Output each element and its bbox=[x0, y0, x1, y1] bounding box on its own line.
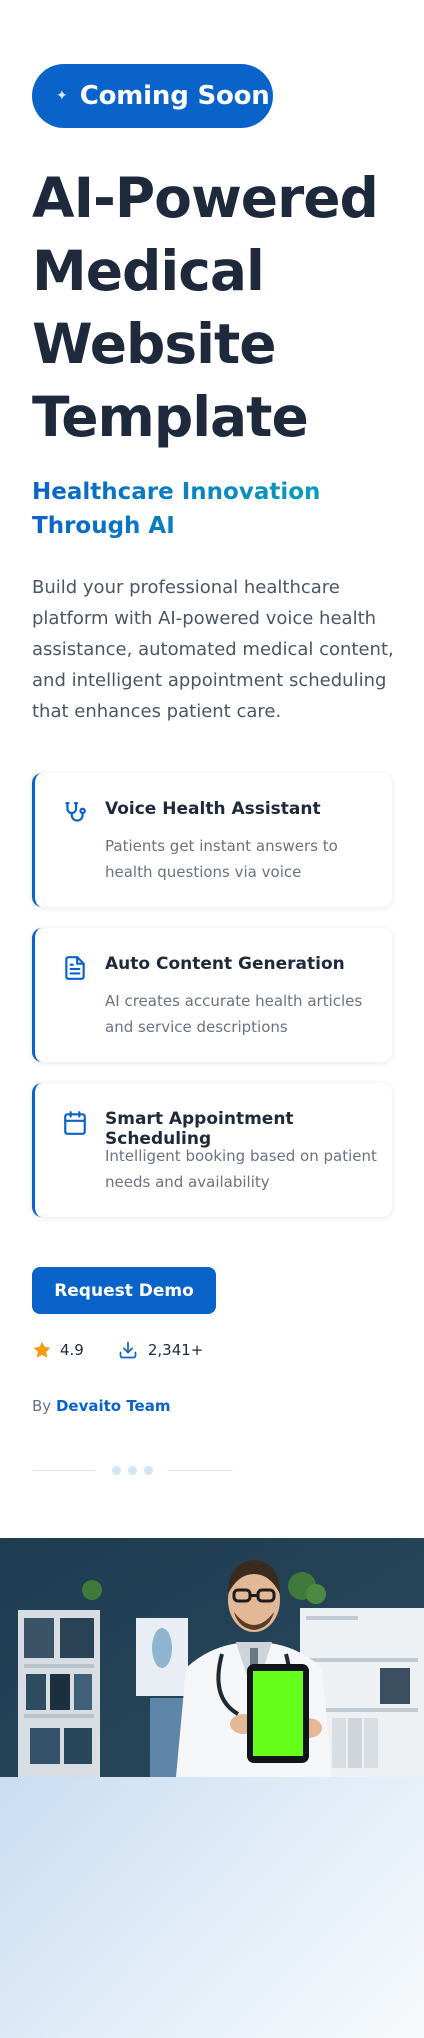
download-icon bbox=[118, 1340, 138, 1360]
title-line: Medical bbox=[32, 239, 265, 303]
title-line: AI-Powered bbox=[32, 166, 379, 230]
request-demo-button[interactable]: Request Demo bbox=[32, 1267, 216, 1314]
star-icon bbox=[32, 1340, 52, 1360]
bottom-gradient-panel bbox=[0, 1777, 424, 2038]
byline-prefix: By bbox=[32, 1397, 52, 1415]
feature-card-content-generation: Auto Content Generation AI creates accur… bbox=[32, 928, 392, 1062]
title-line: Website bbox=[32, 312, 277, 376]
hero-subtitle: Healthcare Innovation Through AI bbox=[32, 475, 332, 543]
document-icon bbox=[62, 955, 88, 981]
divider-dot bbox=[112, 1466, 121, 1475]
hero-description: Build your professional healthcare platf… bbox=[32, 577, 394, 722]
rating-value: 4.9 bbox=[60, 1341, 84, 1359]
coming-soon-label: Coming Soon bbox=[79, 81, 270, 111]
divider-dot bbox=[128, 1466, 137, 1475]
calendar-icon bbox=[62, 1110, 88, 1136]
stethoscope-icon bbox=[62, 800, 88, 826]
feature-card-scheduling: Smart Appointment Scheduling Intelligent… bbox=[32, 1083, 392, 1217]
doctor-hero-image bbox=[0, 1538, 424, 1777]
team-link[interactable]: Devaito Team bbox=[56, 1397, 171, 1415]
subtitle-line: Healthcare Innovation bbox=[32, 479, 321, 505]
feature-description: Patients get instant answers to health q… bbox=[105, 837, 338, 881]
feature-card-voice-assistant: Voice Health Assistant Patients get inst… bbox=[32, 773, 392, 907]
coming-soon-badge[interactable]: ✦ Coming Soon bbox=[32, 64, 273, 128]
divider-right bbox=[168, 1470, 232, 1471]
divider-left bbox=[32, 1470, 96, 1471]
downloads-count: 2,341+ bbox=[147, 1341, 204, 1359]
page-title: AI-Powered Medical Website Template bbox=[32, 162, 402, 454]
divider-dot bbox=[144, 1466, 153, 1475]
stats-row: 4.9 2,341+ bbox=[32, 1340, 203, 1360]
feature-description: AI creates accurate health articles and … bbox=[105, 992, 363, 1036]
sparkle-icon: ✦ bbox=[56, 88, 68, 104]
feature-description: Intelligent booking based on patient nee… bbox=[105, 1147, 377, 1191]
subtitle-line: Through AI bbox=[32, 513, 175, 539]
byline: By Devaito Team bbox=[32, 1397, 170, 1415]
title-line: Template bbox=[32, 385, 309, 449]
feature-title: Auto Content Generation bbox=[105, 954, 345, 974]
feature-title: Voice Health Assistant bbox=[105, 799, 321, 819]
